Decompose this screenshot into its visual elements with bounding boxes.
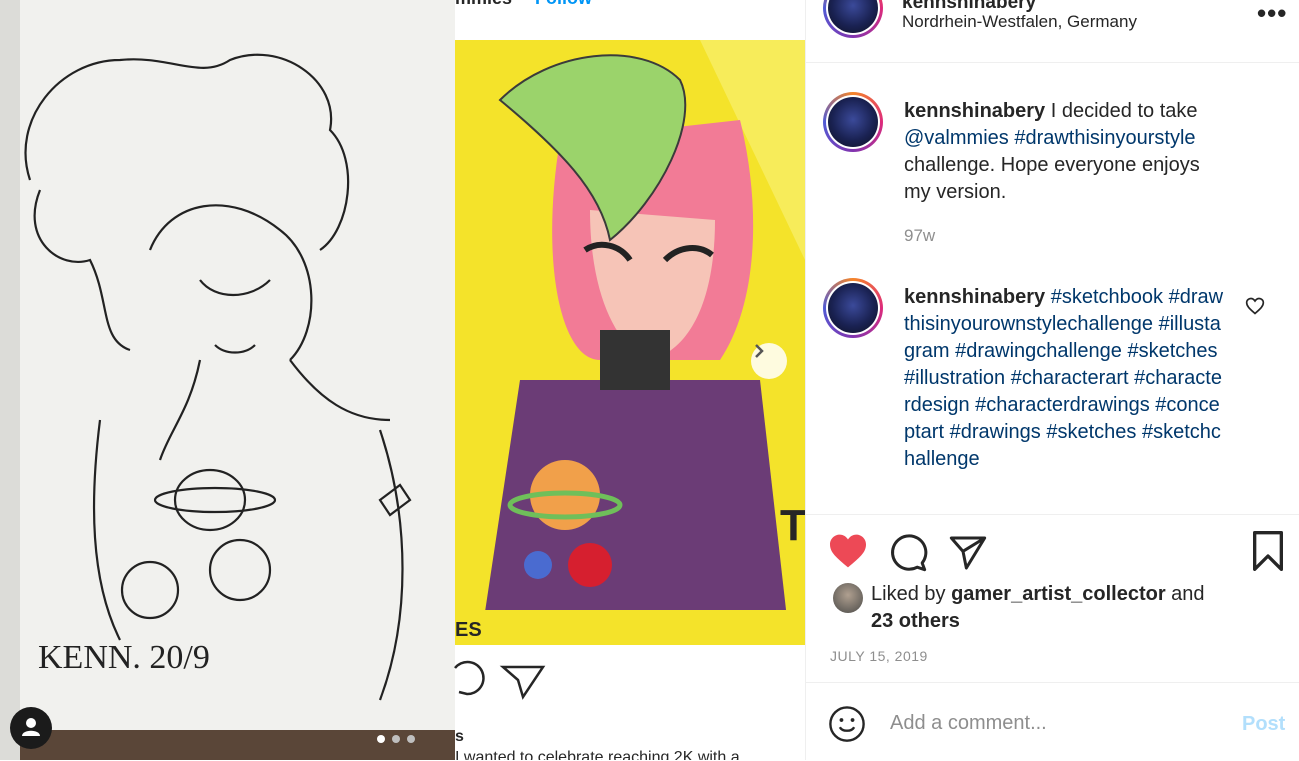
caption: kennshinabery I decided to take @valmmie… [904, 98, 1224, 206]
user-tag-button[interactable] [10, 707, 52, 749]
svg-text:s: s [455, 728, 464, 745]
likes-summary: Liked by gamer_artist_collector and 23 o… [871, 581, 1231, 635]
svg-text:ES: ES [455, 619, 482, 641]
emoji-icon[interactable] [828, 705, 866, 743]
caption-username[interactable]: kennshinabery [904, 100, 1045, 122]
likes-others[interactable]: 23 others [871, 610, 960, 632]
caption-hashtag[interactable]: #drawthisinyourstyle [1014, 127, 1195, 149]
liker-avatar[interactable] [833, 583, 863, 613]
hashtag[interactable]: #illustration [904, 367, 1005, 389]
likes-conjunction: and [1171, 583, 1205, 605]
post-date[interactable]: JULY 15, 2019 [830, 648, 928, 664]
carousel-dot [392, 735, 400, 743]
carousel-dot [377, 735, 385, 743]
liker-username[interactable]: gamer_artist_collector [951, 583, 1166, 605]
post-image: KENN. 20/9 mmies Follow ES T s I wanted … [0, 0, 805, 760]
post-comment-button[interactable]: Post [1242, 713, 1285, 736]
svg-text:Follow: Follow [535, 0, 593, 8]
caption-mention[interactable]: @valmmies [904, 127, 1009, 149]
comment-like-icon[interactable] [1245, 296, 1265, 316]
comment-input[interactable] [888, 705, 1222, 741]
carousel-indicator [377, 735, 415, 743]
post-location[interactable]: Nordrhein-Westfalen, Germany [902, 12, 1137, 32]
caption-time[interactable]: 97w [904, 226, 935, 246]
likes-prefix: Liked by [871, 583, 946, 605]
post-details-panel: kennshinabery Nordrhein-Westfalen, Germa… [805, 0, 1299, 760]
user-tag-icon [22, 718, 40, 736]
signature: KENN. 20/9 [38, 639, 210, 676]
caption-text: I decided to take [1050, 100, 1198, 122]
author-avatar[interactable] [823, 0, 883, 38]
hashtag-comment: kennshinabery #sketchbook #drawthisinyou… [904, 284, 1224, 473]
comment-icon[interactable] [888, 533, 928, 573]
next-slide-button[interactable] [751, 343, 787, 379]
comment-username[interactable]: kennshinabery [904, 286, 1045, 308]
svg-text:mmies: mmies [455, 0, 512, 8]
add-comment-bar: Post [806, 682, 1299, 761]
bookmark-icon[interactable] [1250, 531, 1286, 571]
hashtag[interactable]: #characterdrawings [975, 394, 1150, 416]
embedded-caption: I wanted to celebrate reaching 2K with a [455, 749, 740, 760]
chevron-right-icon [755, 344, 764, 358]
hashtag[interactable]: #characterart [1011, 367, 1129, 389]
hashtag[interactable]: #drawings [950, 421, 1041, 443]
carousel-dot [407, 735, 415, 743]
comment-avatar[interactable] [823, 278, 883, 338]
hashtag[interactable]: #drawingchallenge [955, 340, 1122, 362]
hashtag[interactable]: #sketches [1046, 421, 1136, 443]
heart-icon[interactable] [828, 533, 868, 569]
share-icon[interactable] [948, 533, 988, 573]
post-header: kennshinabery Nordrhein-Westfalen, Germa… [806, 0, 1299, 63]
hashtag[interactable]: #sketchbook [1051, 286, 1163, 308]
caption-text-end: challenge. Hope everyone enjoys my versi… [904, 154, 1200, 203]
svg-text:T: T [780, 501, 805, 550]
caption-avatar[interactable] [823, 92, 883, 152]
post-media[interactable]: KENN. 20/9 mmies Follow ES T s I wanted … [0, 0, 805, 760]
more-options-icon[interactable]: ••• [1257, 0, 1287, 29]
hashtag[interactable]: #sketches [1128, 340, 1218, 362]
